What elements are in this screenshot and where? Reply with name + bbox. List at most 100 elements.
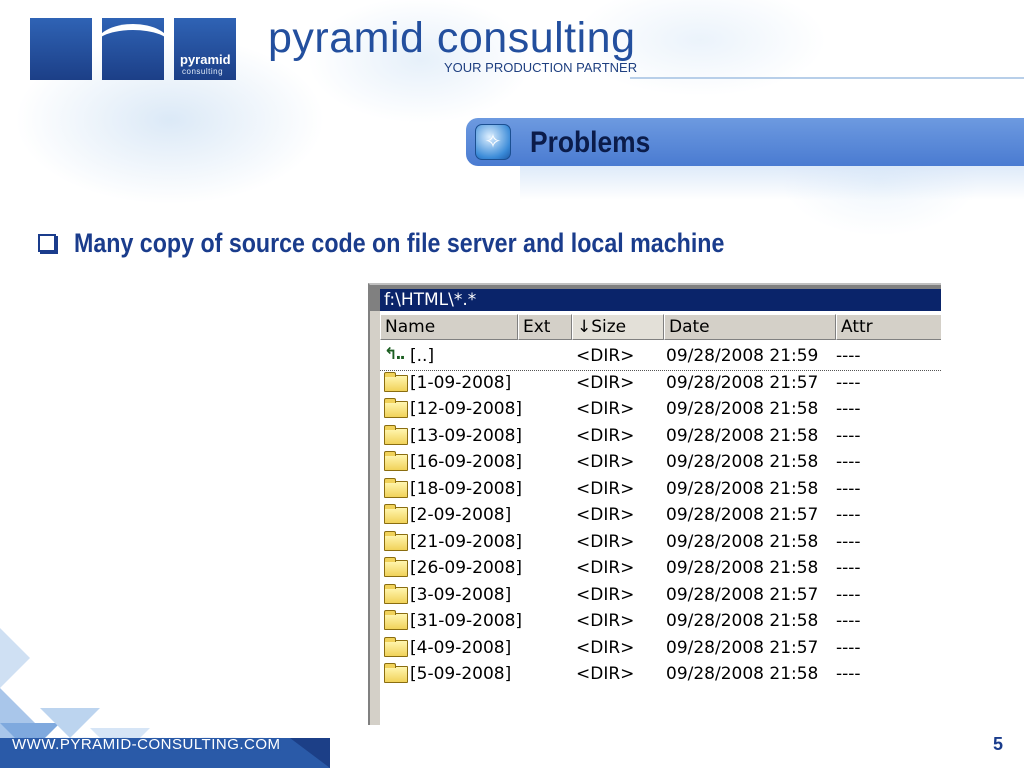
file-name: [16-09-2008] [410, 452, 523, 472]
folder-icon [384, 398, 408, 418]
folder-icon [384, 636, 408, 657]
file-size: <DIR> [576, 637, 635, 658]
file-name: [31-09-2008] [410, 611, 523, 631]
file-date: 09/28/2008 21:58 [666, 425, 819, 446]
file-size: <DIR> [576, 531, 635, 552]
file-size: <DIR> [576, 452, 635, 472]
list-item[interactable]: [13-09-2008] <DIR> 09/28/2008 21:58 ---- [380, 424, 941, 451]
column-header-date[interactable]: Date [664, 314, 836, 340]
folder-icon [384, 504, 408, 524]
file-name: [1-09-2008] [410, 372, 512, 393]
file-date: 09/28/2008 21:58 [666, 478, 819, 499]
logo-square-right: pyramid consulting [174, 18, 236, 80]
file-attr: ---- [836, 505, 861, 525]
column-header-name[interactable]: Name [380, 314, 518, 340]
logo-square-middle [96, 18, 170, 80]
file-size: <DIR> [576, 346, 635, 366]
file-attr: ---- [836, 611, 861, 631]
list-item[interactable]: [26-09-2008] <DIR> 09/28/2008 21:58 ---- [380, 556, 941, 583]
list-item[interactable]: [3-09-2008] <DIR> 09/28/2008 21:57 ---- [380, 583, 941, 610]
file-name: [2-09-2008] [410, 505, 512, 525]
folder-icon [384, 451, 408, 471]
file-date: 09/28/2008 21:58 [666, 452, 819, 472]
file-name: [..] [410, 346, 435, 366]
file-name: [26-09-2008] [410, 558, 523, 578]
logo-subtext: consulting [182, 67, 224, 76]
file-list: ↰.. [..] <DIR> 09/28/2008 21:59 ---- [1-… [380, 344, 941, 689]
folder-icon [384, 530, 408, 551]
folder-icon [384, 610, 408, 630]
file-name: [18-09-2008] [410, 478, 523, 499]
column-header-size[interactable]: ↓Size [572, 314, 664, 340]
list-item[interactable]: [18-09-2008] <DIR> 09/28/2008 21:58 ---- [380, 477, 941, 504]
file-size: <DIR> [576, 584, 635, 605]
file-size: <DIR> [576, 611, 635, 631]
file-date: 09/28/2008 21:58 [666, 531, 819, 552]
file-attr: ---- [836, 637, 861, 658]
file-name: [3-09-2008] [410, 584, 512, 605]
file-attr: ---- [836, 478, 861, 499]
file-attr: ---- [836, 399, 861, 419]
list-item[interactable]: [4-09-2008] <DIR> 09/28/2008 21:57 ---- [380, 636, 941, 663]
tagline: YOUR PRODUCTION PARTNER [444, 60, 638, 75]
slide-title: Problems [530, 126, 651, 159]
header-divider [630, 77, 1024, 79]
file-name: [13-09-2008] [410, 425, 523, 446]
logo-text: pyramid [180, 52, 231, 67]
folder-icon [384, 477, 408, 498]
footer-url: WWW.PYRAMID-CONSULTING.COM [12, 736, 281, 753]
file-attr: ---- [836, 584, 861, 605]
path-bar: f:\HTML\*.* [370, 285, 941, 311]
file-attr: ---- [836, 372, 861, 393]
file-size: <DIR> [576, 478, 635, 499]
file-size: <DIR> [576, 664, 635, 684]
folder-icon [384, 583, 408, 604]
file-date: 09/28/2008 21:57 [666, 372, 819, 393]
list-item[interactable]: [12-09-2008] <DIR> 09/28/2008 21:58 ---- [380, 397, 941, 424]
file-attr: ---- [836, 664, 861, 684]
file-attr: ---- [836, 558, 861, 578]
checkbox-bullet-icon [38, 234, 56, 252]
file-date: 09/28/2008 21:57 [666, 584, 819, 605]
list-item[interactable]: ↰.. [..] <DIR> 09/28/2008 21:59 ---- [380, 344, 941, 371]
compass-icon: ✧ [475, 124, 511, 160]
file-name: [5-09-2008] [410, 664, 512, 684]
file-date: 09/28/2008 21:58 [666, 558, 819, 578]
column-header: Name Ext ↓Size Date Attr [380, 314, 941, 340]
brand-name: pyramid consulting [268, 14, 636, 62]
file-attr: ---- [836, 346, 861, 366]
file-date: 09/28/2008 21:59 [666, 346, 819, 366]
file-date: 09/28/2008 21:57 [666, 505, 819, 525]
column-header-attr[interactable]: Attr [836, 314, 941, 340]
file-attr: ---- [836, 452, 861, 472]
list-item[interactable]: [5-09-2008] <DIR> 09/28/2008 21:58 ---- [380, 662, 941, 689]
file-name: [12-09-2008] [410, 399, 523, 419]
file-date: 09/28/2008 21:58 [666, 399, 819, 419]
list-item[interactable]: [21-09-2008] <DIR> 09/28/2008 21:58 ---- [380, 530, 941, 557]
bullet-text: Many copy of source code on file server … [74, 228, 725, 258]
folder-icon [384, 557, 408, 577]
title-bar-shadow [520, 166, 1024, 200]
file-attr: ---- [836, 425, 861, 446]
file-manager-panel: f:\HTML\*.* Name Ext ↓Size Date Attr ↰..… [368, 283, 941, 725]
list-item[interactable]: [2-09-2008] <DIR> 09/28/2008 21:57 ---- [380, 503, 941, 530]
page-number: 5 [993, 734, 1004, 754]
file-size: <DIR> [576, 558, 635, 578]
list-item[interactable]: [31-09-2008] <DIR> 09/28/2008 21:58 ---- [380, 609, 941, 636]
list-item[interactable]: [1-09-2008] <DIR> 09/28/2008 21:57 ---- [380, 371, 941, 398]
file-size: <DIR> [576, 505, 635, 525]
folder-icon [384, 663, 408, 683]
file-date: 09/28/2008 21:58 [666, 664, 819, 684]
file-attr: ---- [836, 531, 861, 552]
file-size: <DIR> [576, 372, 635, 393]
folder-icon [384, 424, 408, 445]
title-bar: ✧ Problems [466, 118, 1024, 166]
up-dir-icon: ↰.. [384, 344, 406, 363]
file-date: 09/28/2008 21:57 [666, 637, 819, 658]
column-header-ext[interactable]: Ext [518, 314, 572, 340]
path-text: f:\HTML\*.* [380, 289, 941, 311]
file-name: [21-09-2008] [410, 531, 523, 552]
file-name: [4-09-2008] [410, 637, 512, 658]
list-item[interactable]: [16-09-2008] <DIR> 09/28/2008 21:58 ---- [380, 450, 941, 477]
file-date: 09/28/2008 21:58 [666, 611, 819, 631]
